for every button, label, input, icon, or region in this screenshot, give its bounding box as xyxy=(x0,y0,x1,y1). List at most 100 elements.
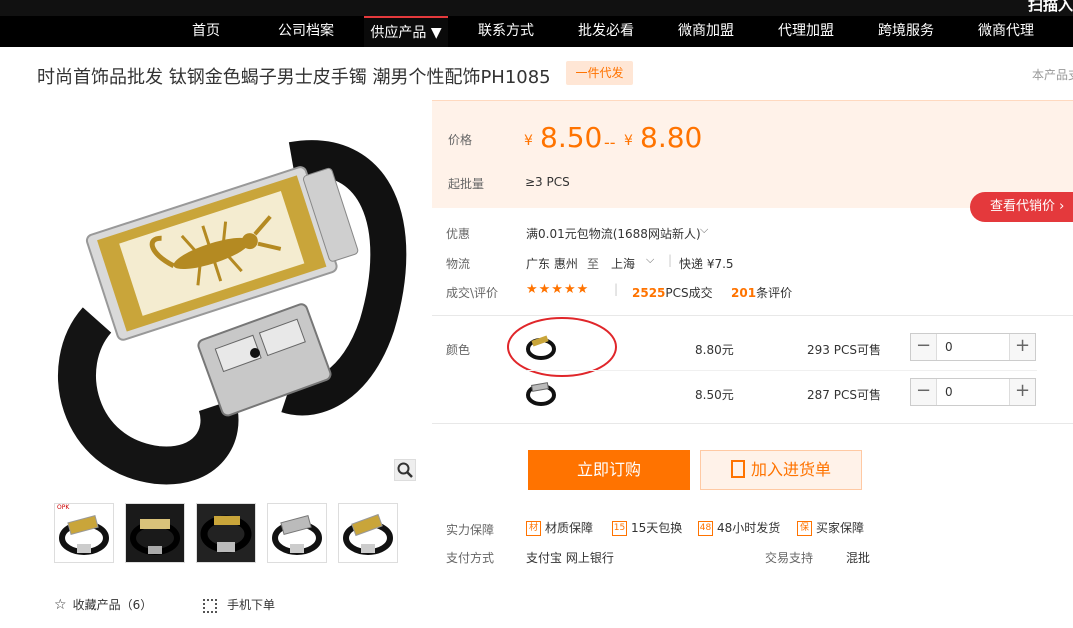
guarantee-text: 15天包换 xyxy=(631,521,683,535)
color-label: 颜色 xyxy=(446,343,471,357)
bracelet-illustration xyxy=(58,140,407,485)
bracelet-thumb-side xyxy=(200,515,252,553)
favorite-label: 收藏产品（6） xyxy=(72,598,153,612)
currency-symbol: ¥ xyxy=(524,133,533,149)
currency-symbol: ¥ xyxy=(624,133,633,149)
nav-wechat-join[interactable]: 微商加盟 xyxy=(668,16,744,47)
nav-wechat-agent[interactable]: 微商代理 xyxy=(968,16,1044,47)
zoom-button[interactable] xyxy=(394,459,416,481)
nav-wholesale-guide[interactable]: 批发必看 xyxy=(568,16,644,47)
side-note: 本产品支 xyxy=(1032,68,1073,82)
review-count-line[interactable]: 201条评价 xyxy=(731,284,792,301)
decrement-button[interactable]: − xyxy=(911,334,937,360)
bracelet-thumb-gold xyxy=(59,514,109,555)
row-divider xyxy=(526,370,1037,371)
nav-company-profile[interactable]: 公司档案 xyxy=(268,16,344,47)
guarantee-label: 实力保障 xyxy=(446,523,495,537)
view-proxy-price-button[interactable]: 查看代销价 › xyxy=(970,192,1073,222)
magnifier-icon xyxy=(397,462,413,478)
guarantee-shipping[interactable]: 48 48小时发货 xyxy=(698,519,780,536)
brand-mark: OPK xyxy=(57,504,70,511)
deal-review-label: 成交\评价 xyxy=(446,286,499,300)
chevron-down-icon[interactable]: ⌵ xyxy=(700,223,708,237)
nav-home[interactable]: 首页 xyxy=(172,16,240,47)
moq-label: 起批量 xyxy=(448,177,485,191)
rating-stars: ★★★★★ xyxy=(526,282,590,297)
chevron-down-icon[interactable]: ⌵ xyxy=(646,253,654,267)
variant-stock: 287 PCS可售 xyxy=(807,388,881,402)
nav-products[interactable]: 供应产品 ▼ xyxy=(364,16,448,47)
deal-count-line[interactable]: 2525PCS成交 xyxy=(632,284,713,301)
express-fee: 快递 ¥7.5 xyxy=(679,257,734,271)
deal-count: 2525 xyxy=(632,286,666,300)
deal-suffix: PCS成交 xyxy=(665,286,713,300)
variant-swatch-silver[interactable] xyxy=(524,378,558,408)
quantity-stepper[interactable]: − 0 + xyxy=(910,378,1036,406)
price-panel: 价格 ¥ 8.50 -- ¥ 8.80 起批量 ≥3 PCS xyxy=(432,100,1073,208)
trade-support-value: 混批 xyxy=(846,551,871,565)
increment-button[interactable]: + xyxy=(1009,334,1035,360)
thumbnail-1[interactable]: OPK xyxy=(54,503,114,563)
add-to-cart-label: 加入进货单 xyxy=(750,460,831,479)
star-outline-icon: ☆ xyxy=(54,597,67,613)
from-city: 广东 惠州 xyxy=(526,257,578,271)
variant-stock: 293 PCS可售 xyxy=(807,343,881,357)
shipping-icon: 48 xyxy=(698,521,713,536)
logistics-label: 物流 xyxy=(446,257,471,271)
price-label: 价格 xyxy=(448,133,473,147)
nav-cross-border[interactable]: 跨境服务 xyxy=(868,16,944,47)
order-now-button[interactable]: 立即订购 xyxy=(528,450,690,490)
mobile-label: 手机下单 xyxy=(227,598,276,612)
price-high: 8.80 xyxy=(640,121,703,154)
divider-bar: | xyxy=(614,282,619,296)
nav-contact[interactable]: 联系方式 xyxy=(468,16,544,47)
increment-button[interactable]: + xyxy=(1009,379,1035,405)
top-banner: 扫描入 xyxy=(0,0,1073,16)
add-to-cart-button[interactable]: 加入进货单 xyxy=(700,450,862,490)
thumbnail-4[interactable] xyxy=(267,503,327,563)
review-count: 201 xyxy=(731,286,757,300)
thumbnail-3[interactable] xyxy=(196,503,256,563)
moq-value: ≥3 PCS xyxy=(525,175,570,189)
review-suffix: 条评价 xyxy=(756,286,793,300)
bracelet-thumb-dark xyxy=(130,519,180,555)
promo-label: 优惠 xyxy=(446,227,471,241)
guarantee-text: 48小时发货 xyxy=(717,521,781,535)
highlight-circle xyxy=(507,317,617,377)
price-low: 8.50 xyxy=(540,121,603,154)
guarantee-buyer[interactable]: 保买家保障 xyxy=(797,519,864,536)
guarantee-text: 买家保障 xyxy=(816,521,865,535)
nav-agent-join[interactable]: 代理加盟 xyxy=(768,16,844,47)
guarantee-text: 材质保障 xyxy=(545,521,594,535)
payment-label: 支付方式 xyxy=(446,551,495,565)
material-icon: 材 xyxy=(526,521,541,536)
bracelet-thumb-silver xyxy=(272,514,322,555)
quantity-input[interactable]: 0 xyxy=(945,340,953,354)
scan-label[interactable]: 扫描入 xyxy=(1028,0,1073,15)
guarantee-material[interactable]: 材材质保障 xyxy=(526,519,593,536)
main-product-image[interactable] xyxy=(37,105,420,485)
to-word: 至 xyxy=(587,257,600,271)
dropship-badge: 一件代发 xyxy=(566,61,633,85)
section-divider xyxy=(432,423,1073,424)
trade-support-label: 交易支持 xyxy=(765,551,814,565)
payment-methods: 支付宝 网上银行 xyxy=(526,551,614,565)
to-city-select[interactable]: 上海 xyxy=(611,255,635,272)
decrement-button[interactable]: − xyxy=(911,379,937,405)
mobile-order[interactable]: 手机下单 xyxy=(203,596,275,613)
bracelet-thumb-gold-2 xyxy=(343,513,393,555)
thumbnail-2[interactable] xyxy=(125,503,185,563)
exchange-icon: 15 xyxy=(612,521,627,536)
variant-price: 8.80元 xyxy=(695,343,734,357)
main-nav: 首页 公司档案 供应产品 ▼ 联系方式 批发必看 微商加盟 代理加盟 跨境服务 … xyxy=(0,16,1073,47)
thumbnail-5[interactable] xyxy=(338,503,398,563)
shield-icon: 保 xyxy=(797,521,812,536)
clipboard-icon xyxy=(730,460,745,478)
guarantee-exchange[interactable]: 15 15天包换 xyxy=(612,519,682,536)
favorite-product[interactable]: ☆ 收藏产品（6） xyxy=(54,596,152,613)
price-separator: -- xyxy=(604,133,616,152)
product-title: 时尚首饰品批发 钛钢金色蝎子男士皮手镯 潮男个性配饰PH1085 xyxy=(37,67,551,88)
qr-code-icon xyxy=(203,598,217,613)
quantity-stepper[interactable]: − 0 + xyxy=(910,333,1036,361)
quantity-input[interactable]: 0 xyxy=(945,385,953,399)
